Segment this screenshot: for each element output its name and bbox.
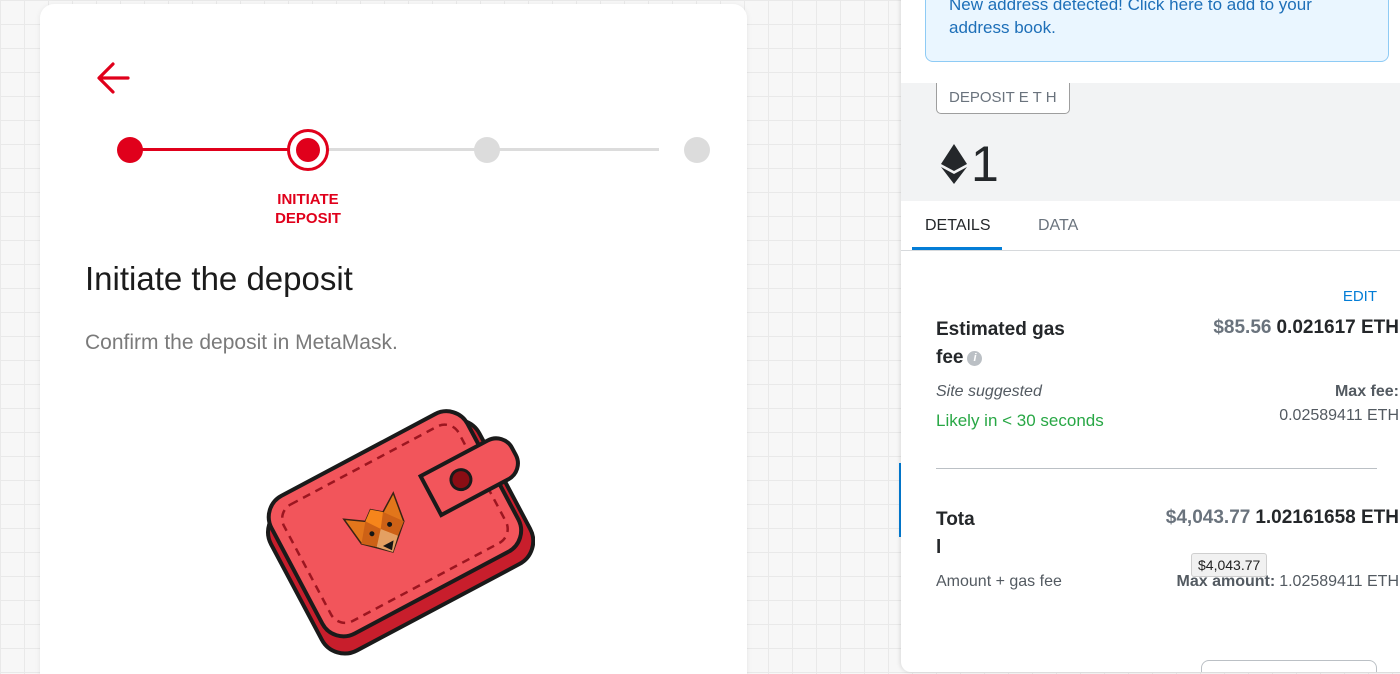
new-address-alert-text[interactable]: New address detected! Click here to add … <box>949 0 1312 37</box>
max-amount-value: 1.02589411 ETH <box>1279 573 1399 590</box>
back-button[interactable] <box>94 58 134 98</box>
gas-fee-eth: 0.021617 ETH <box>1276 317 1399 338</box>
step-4-dot <box>684 137 710 163</box>
gas-fee-usd: $85.56 <box>1213 317 1272 338</box>
max-fee-value: 0.02589411 ETH <box>1279 407 1399 424</box>
amount-value: 1 <box>971 136 999 192</box>
progress-stepper: INITIATE DEPOSIT <box>115 124 710 234</box>
total-label: Tota l <box>936 509 975 558</box>
step-2-dot-active <box>287 129 329 171</box>
metamask-popup: New address detected! Click here to add … <box>901 0 1400 672</box>
page-title: Initiate the deposit <box>85 260 353 297</box>
page-subtitle: Confirm the deposit in MetaMask. <box>85 331 398 354</box>
stepper-line-complete <box>129 148 309 151</box>
tab-data[interactable]: DATA <box>1038 217 1078 235</box>
step-1-dot <box>117 137 143 163</box>
site-suggested-label: Site suggested <box>936 383 1042 400</box>
active-step-label: INITIATE DEPOSIT <box>275 191 341 227</box>
total-usd: $4,043.77 <box>1165 507 1251 528</box>
active-tab-indicator <box>912 247 1002 250</box>
new-address-alert[interactable]: New address detected! Click here to add … <box>925 0 1389 62</box>
estimated-gas-fee-label: Estimated gas fee i <box>936 319 1065 368</box>
edit-gas-button[interactable]: EDIT <box>1343 288 1377 305</box>
amount-plus-gas-label: Amount + gas fee <box>936 573 1062 590</box>
likely-time-label: Likely in < 30 seconds <box>936 411 1104 430</box>
tab-details[interactable]: DETAILS <box>925 217 991 235</box>
ethereum-icon <box>941 144 967 184</box>
details-tabs: DETAILS DATA <box>901 201 1400 251</box>
total-eth: 1.02161658 ETH <box>1255 507 1399 528</box>
total-values: $4,043.77 1.02161658 ETH <box>1166 507 1399 529</box>
transaction-amount: 1 <box>941 134 999 194</box>
step-3-dot <box>474 137 500 163</box>
bridge-card: INITIATE DEPOSIT Initiate the deposit Co… <box>40 4 747 674</box>
info-icon[interactable]: i <box>967 351 983 366</box>
section-divider <box>936 468 1377 469</box>
gas-fee-values: $85.56 0.021617 ETH <box>1213 317 1399 339</box>
max-fee-label: Max fee: <box>1334 383 1399 400</box>
arrow-left-icon <box>97 62 130 94</box>
method-pill: DEPOSIT E T H <box>936 83 1070 114</box>
footer-button[interactable] <box>1201 660 1377 672</box>
total-usd-tooltip: $4,043.77 <box>1191 553 1268 577</box>
metamask-wallet-illustration <box>266 409 535 656</box>
